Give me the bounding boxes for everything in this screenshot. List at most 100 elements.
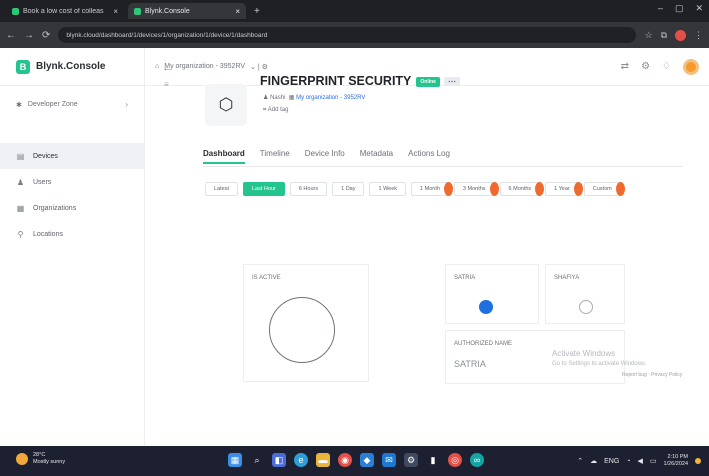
close-tab-icon[interactable]: ×: [113, 7, 118, 16]
extensions-icon[interactable]: ⧉: [661, 30, 667, 41]
store-icon[interactable]: ◆: [360, 453, 374, 467]
range-1-day[interactable]: 1 Day: [332, 182, 365, 196]
cloud-icon[interactable]: ☁: [590, 457, 597, 465]
tab-favicon-icon: [134, 7, 141, 15]
widget-led-satria: SATRIA: [445, 264, 539, 324]
edge-icon[interactable]: e: [294, 453, 308, 467]
sidebar-item-label: Devices: [33, 152, 58, 160]
more-actions-button[interactable]: ⋯: [443, 77, 460, 87]
profile-avatar[interactable]: [675, 29, 686, 41]
weather-temp: 28°C: [33, 452, 46, 458]
brand[interactable]: B Blynk.Console: [0, 48, 144, 86]
range-1-month[interactable]: 1 Month: [411, 182, 453, 196]
tab-label: Blynk.Console: [145, 7, 190, 15]
settings-app-icon[interactable]: ⚙: [404, 453, 418, 467]
sidebar-item-devices[interactable]: ▤ Devices: [0, 143, 144, 169]
forward-button[interactable]: →: [24, 30, 34, 41]
window-controls: – ▢ ✕: [658, 3, 703, 14]
range-label: 1 Week: [378, 186, 398, 192]
notification-center-icon[interactable]: [695, 458, 701, 465]
devices-icon: ▤: [16, 151, 25, 161]
minimize-button[interactable]: –: [658, 3, 663, 14]
tab-metadata[interactable]: Metadata: [360, 149, 393, 164]
arduino-icon[interactable]: ∞: [470, 453, 484, 467]
chrome-app-icon[interactable]: ◎: [448, 453, 462, 467]
range-label: Custom: [592, 186, 612, 192]
sidebar-item-organizations[interactable]: ▦ Organizations: [0, 195, 144, 221]
users-icon: ♟: [16, 177, 25, 187]
app-icon[interactable]: ▮: [426, 453, 440, 467]
led-indicator-off: [579, 300, 593, 314]
user-avatar[interactable]: [683, 58, 699, 75]
lang-indicator[interactable]: ENG: [604, 458, 619, 465]
menu-icon[interactable]: ⋮: [694, 30, 703, 41]
workspace-label: Developer Zone: [27, 101, 78, 108]
workspace-selector[interactable]: ✱ Developer Zone ›: [0, 86, 144, 123]
sidebar-item-locations[interactable]: ⚲ Locations: [0, 221, 144, 247]
sidebar-item-label: Locations: [33, 230, 63, 238]
widget-is-active: IS ACTIVE: [243, 264, 369, 382]
tab-dashboard[interactable]: Dashboard: [203, 149, 245, 164]
browser-tab-1[interactable]: Book a low cost of colleas ×: [6, 3, 124, 19]
blynk-logo-icon: B: [16, 59, 30, 74]
device-owner[interactable]: Nashi: [270, 95, 285, 101]
range-custom[interactable]: Custom: [583, 182, 625, 196]
back-arrow-icon[interactable]: ←: [162, 62, 173, 74]
range-label: Last Hour: [251, 186, 276, 192]
tabs-divider: [203, 166, 683, 167]
chrome-icon[interactable]: ◉: [338, 453, 352, 467]
footer-links[interactable]: Report bug · Privacy Policy: [622, 372, 682, 378]
range-3-months[interactable]: 3 Months: [453, 182, 499, 196]
sidebar-item-users[interactable]: ♟ Users: [0, 169, 144, 195]
tab-device-info[interactable]: Device Info: [305, 149, 345, 164]
device-list-icon[interactable]: ≡: [164, 80, 169, 89]
status-indicator-circle: [269, 297, 335, 363]
back-button[interactable]: ←: [6, 30, 16, 41]
maximize-button[interactable]: ▢: [675, 3, 684, 14]
wifi-icon[interactable]: ◔: [626, 458, 630, 465]
reload-button[interactable]: ⟳: [42, 30, 50, 41]
close-tab-icon[interactable]: ×: [235, 7, 240, 16]
sun-icon: [16, 453, 28, 466]
new-tab-button[interactable]: +: [250, 6, 264, 17]
system-tray: ⌃ ☁ ENG ◔ ◀ ▭ 2:10 PM 1/26/2024: [577, 454, 701, 468]
tab-label: Book a low cost of colleas: [23, 7, 104, 15]
weather-widget[interactable]: 28°C Mostly sunny: [16, 452, 65, 466]
tab-actions-log[interactable]: Actions Log: [408, 149, 450, 164]
tray-expand-icon[interactable]: ⌃: [577, 457, 583, 465]
battery-icon[interactable]: ▭: [650, 457, 657, 465]
file-explorer-icon[interactable]: ▬: [316, 453, 330, 467]
browser-tabbar: Book a low cost of colleas × Blynk.Conso…: [0, 0, 709, 22]
close-window-button[interactable]: ✕: [695, 3, 703, 14]
widget-led-shafiya: SHAFIYA: [545, 264, 625, 324]
workspace-icon: ✱: [16, 101, 22, 109]
address-bar[interactable]: blynk.cloud/dashboard/1/devices/1/organi…: [58, 27, 637, 43]
authorized-name-value: SATRIA: [454, 359, 486, 369]
search-icon[interactable]: ⌕: [250, 453, 264, 467]
windows-start-icon[interactable]: ▦: [228, 453, 242, 467]
brand-name: Blynk.Console: [36, 61, 106, 72]
clock-time: 2:10 PM: [667, 454, 688, 460]
star-icon[interactable]: ☆: [644, 30, 652, 41]
range-6-hours[interactable]: 6 Hours: [289, 182, 328, 196]
weather-text: 28°C Mostly sunny: [33, 452, 65, 466]
range-6-months[interactable]: 6 Months: [499, 182, 545, 196]
range-latest[interactable]: Latest: [205, 182, 238, 196]
device-meta: ♟ Nashi ▦ My organization - 3952RV: [263, 94, 365, 101]
volume-icon[interactable]: ◀: [638, 457, 643, 465]
device-organization[interactable]: My organization - 3952RV: [296, 95, 365, 101]
clock[interactable]: 2:10 PM 1/26/2024: [664, 454, 688, 468]
add-tag-button[interactable]: ⌗ Add tag: [263, 107, 288, 114]
range-last-hour[interactable]: Last Hour: [242, 182, 285, 196]
task-view-icon[interactable]: ◧: [272, 453, 286, 467]
settings-icon[interactable]: ⚙: [641, 61, 650, 72]
notification-icon[interactable]: ♢: [662, 61, 671, 72]
tab-timeline[interactable]: Timeline: [260, 149, 290, 164]
mail-icon[interactable]: ✉: [382, 453, 396, 467]
range-1-week[interactable]: 1 Week: [369, 182, 407, 196]
browser-tab-2[interactable]: Blynk.Console ×: [128, 3, 246, 19]
range-1-year[interactable]: 1 Year: [545, 182, 583, 196]
share-icon[interactable]: ⇄: [621, 61, 629, 72]
sidebar: B Blynk.Console ✱ Developer Zone › ▤ Dev…: [0, 48, 145, 446]
device-name: FINGERPRINT SECURITY: [260, 74, 412, 88]
